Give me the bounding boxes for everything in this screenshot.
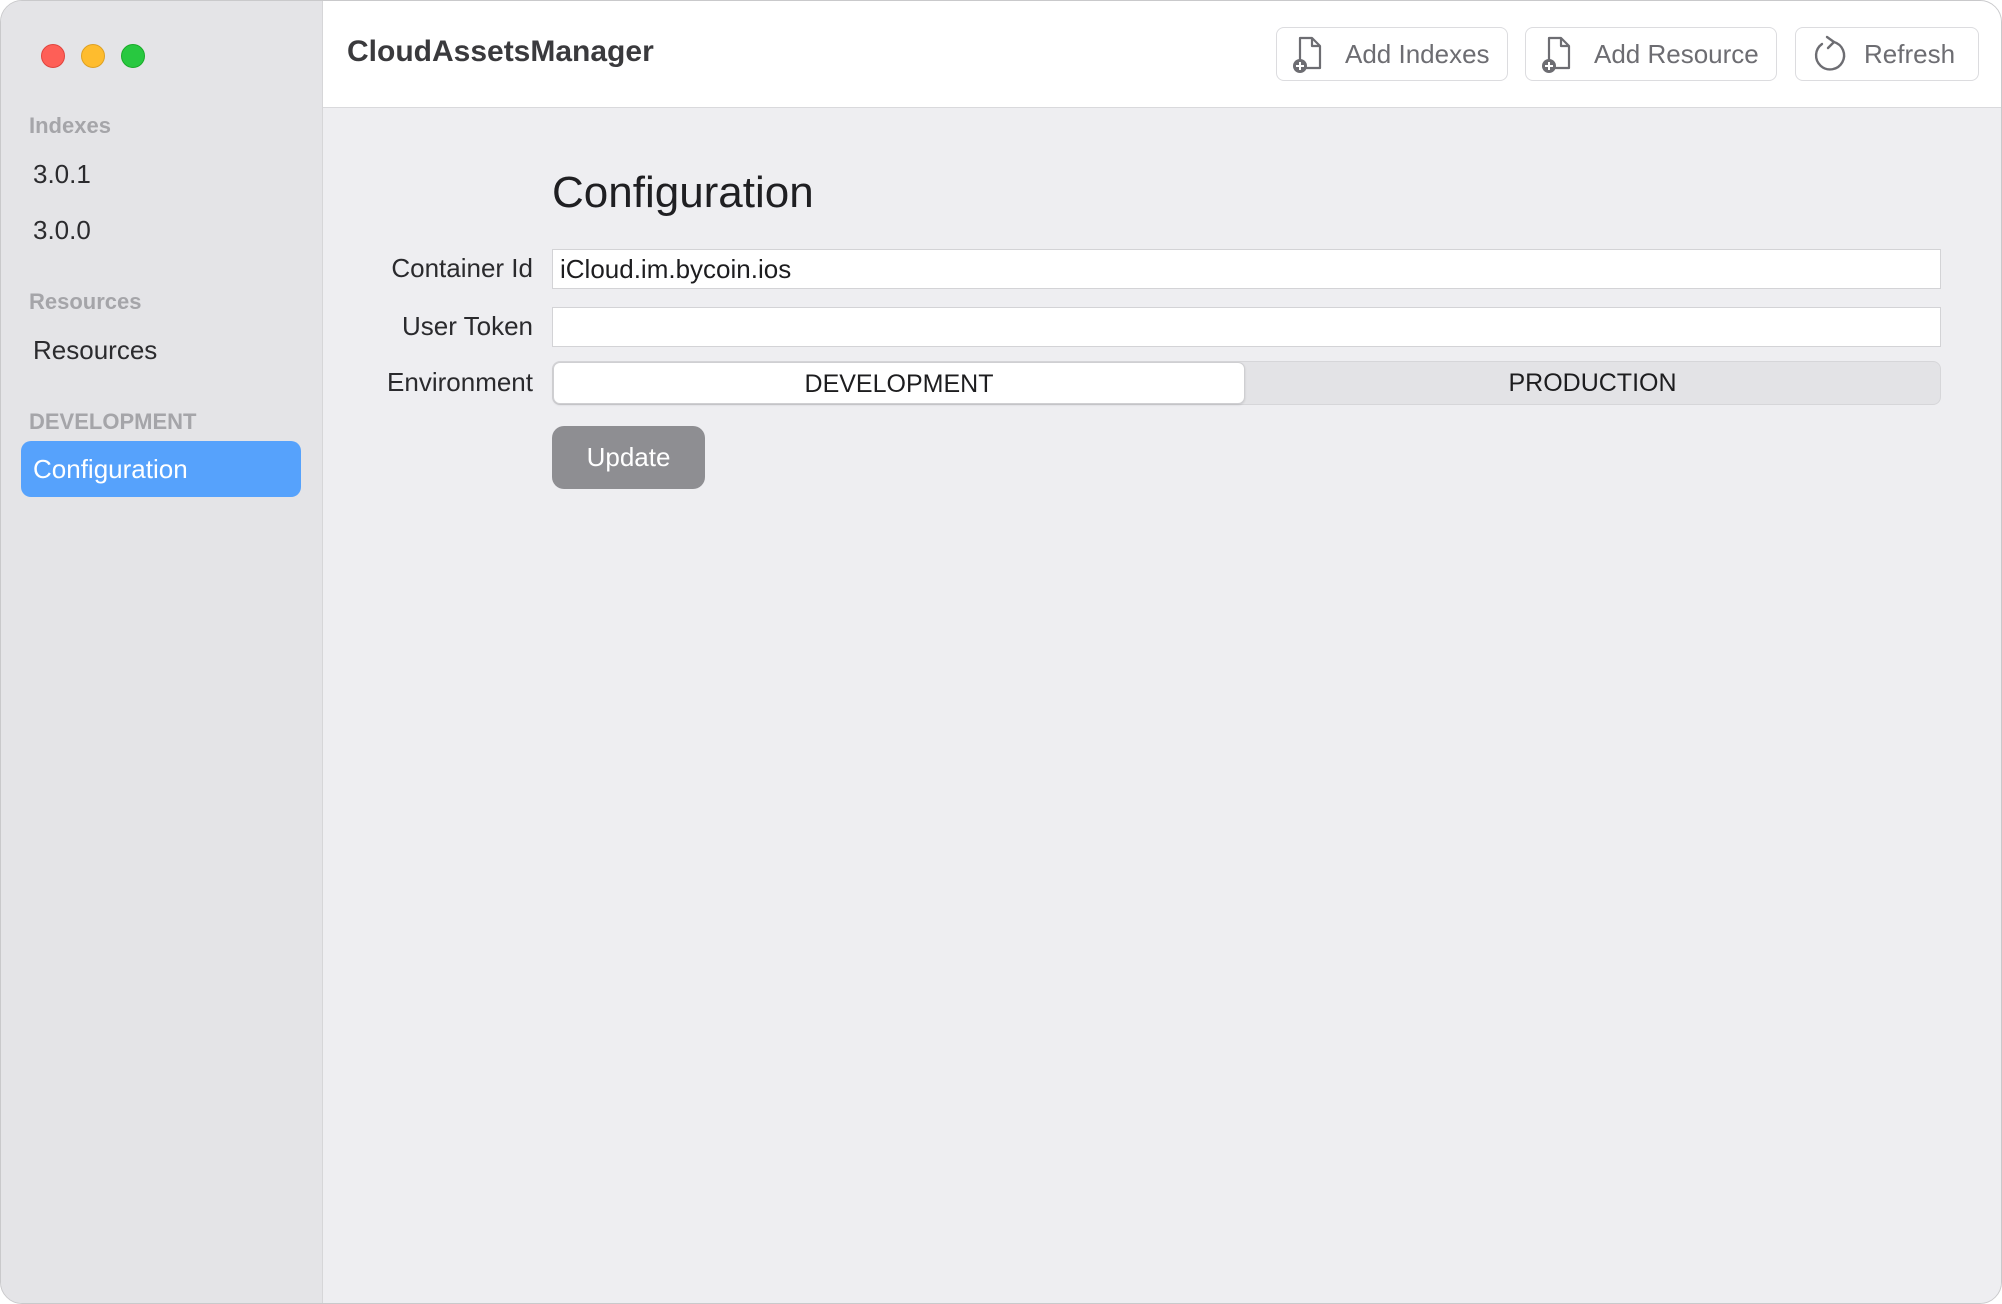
sidebar-section-indexes: Indexes <box>29 113 111 138</box>
update-button[interactable]: Update <box>552 426 705 489</box>
zoom-window-button[interactable] <box>121 44 145 68</box>
app-window: Indexes 3.0.1 3.0.0 Resources Resources … <box>0 0 2002 1304</box>
sidebar-item-resources[interactable]: Resources <box>21 322 301 378</box>
window-frame: Indexes 3.0.1 3.0.0 Resources Resources … <box>0 0 2002 1304</box>
container-id-field[interactable] <box>552 249 1941 289</box>
sidebar-section-development: DEVELOPMENT <box>29 409 197 434</box>
user-token-field[interactable] <box>552 307 1941 347</box>
main-content: Configuration Container Id User Token En… <box>323 108 2001 1303</box>
sidebar: Indexes 3.0.1 3.0.0 Resources Resources … <box>1 1 323 1303</box>
user-token-label: User Token <box>401 311 533 341</box>
close-window-button[interactable] <box>41 44 65 68</box>
doc-plus-icon <box>1540 34 1576 74</box>
sidebar-section-resources: Resources <box>29 289 142 314</box>
environment-segmented-control: DEVELOPMENT PRODUCTION <box>552 361 1941 405</box>
minimize-window-button[interactable] <box>81 44 105 68</box>
refresh-label: Refresh <box>1864 38 1956 69</box>
container-id-label: Container Id <box>391 253 533 283</box>
sidebar-item-configuration[interactable]: Configuration <box>21 441 301 497</box>
segment-development[interactable]: DEVELOPMENT <box>553 362 1245 404</box>
segment-production[interactable]: PRODUCTION <box>1245 362 1940 404</box>
add-resource-label: Add Resource <box>1594 38 1759 69</box>
doc-plus-icon <box>1291 34 1327 74</box>
add-indexes-button[interactable]: Add Indexes <box>1276 27 1508 81</box>
refresh-icon <box>1810 34 1848 74</box>
environment-label: Environment <box>387 367 533 397</box>
refresh-button[interactable]: Refresh <box>1795 27 1979 81</box>
sidebar-item-index-3-0-0[interactable]: 3.0.0 <box>21 202 301 258</box>
toolbar: CloudAssetsManager Add Indexes Add Resou… <box>323 1 2001 108</box>
add-indexes-label: Add Indexes <box>1345 38 1490 69</box>
page-title: Configuration <box>552 168 814 217</box>
add-resource-button[interactable]: Add Resource <box>1525 27 1777 81</box>
app-title: CloudAssetsManager <box>347 35 654 68</box>
sidebar-item-index-3-0-1[interactable]: 3.0.1 <box>21 146 301 202</box>
